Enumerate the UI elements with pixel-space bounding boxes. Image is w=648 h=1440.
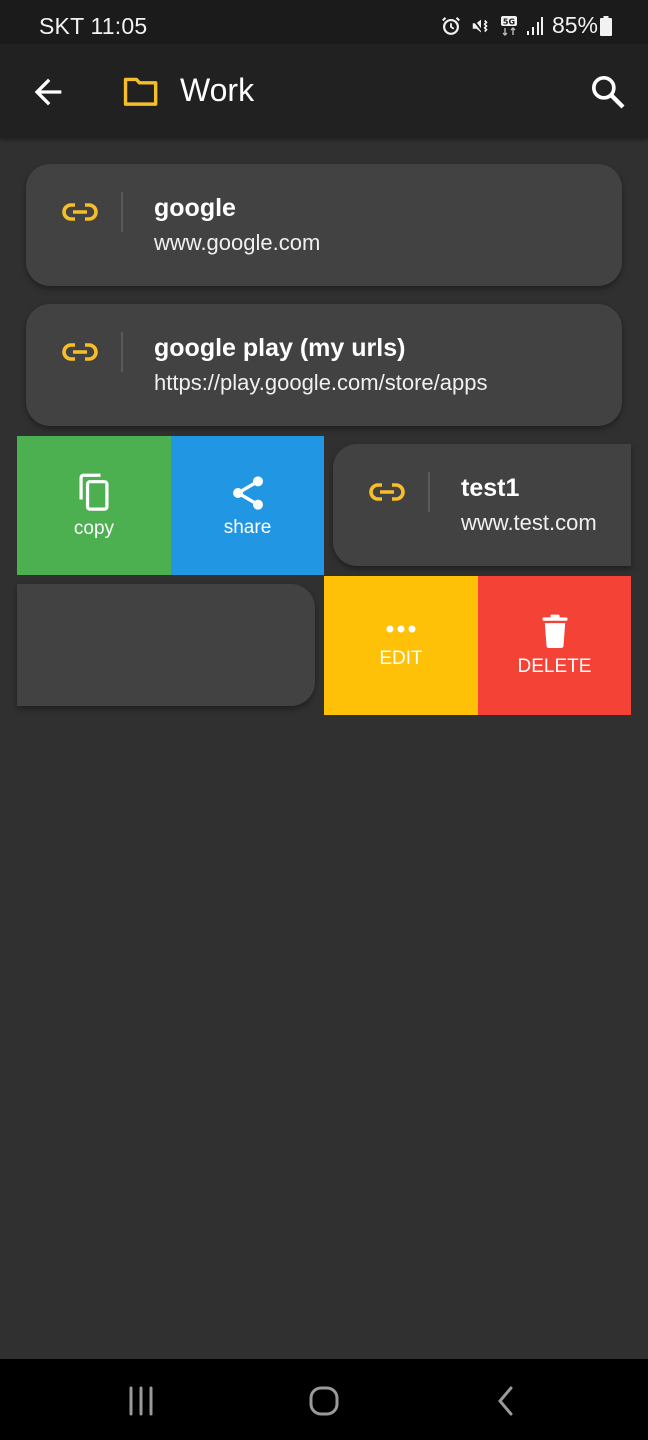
trash-icon (542, 614, 567, 648)
arrow-left-icon (34, 78, 62, 106)
delete-action-button[interactable]: DELETE (478, 576, 631, 715)
share-action-button[interactable]: share (171, 436, 324, 575)
link-title: test1 (461, 474, 520, 502)
status-bar: SKT 11:05 5G 85% (0, 0, 648, 44)
alarm-icon (440, 15, 462, 37)
system-nav-bar (0, 1359, 648, 1440)
back-button[interactable] (28, 72, 68, 112)
signal-icon (526, 16, 544, 36)
edit-action-button[interactable]: EDIT (324, 576, 478, 715)
share-icon (232, 475, 263, 510)
link-icon (369, 480, 405, 509)
share-label: share (223, 516, 272, 538)
folder-icon (122, 74, 160, 113)
carrier-time: SKT 11:05 (39, 13, 148, 39)
status-icons: 5G 85% (440, 12, 612, 39)
link-card[interactable]: test1 www.test.com (333, 444, 631, 566)
divider (121, 192, 123, 232)
home-button[interactable] (300, 1381, 348, 1421)
link-card[interactable]: google www.google.com (26, 164, 622, 286)
link-title: google (154, 194, 236, 222)
divider (121, 332, 123, 372)
back-nav-button[interactable] (482, 1381, 530, 1421)
link-card[interactable]: google play (my urls) https://play.googl… (26, 304, 622, 426)
divider (428, 472, 430, 512)
link-title: google play (my urls) (154, 334, 406, 362)
recents-icon (129, 1386, 153, 1416)
edit-label: EDIT (379, 647, 423, 669)
link-card[interactable] (17, 584, 315, 706)
copy-action-button[interactable]: copy (17, 436, 171, 575)
link-url: https://play.google.com/store/apps (154, 370, 488, 395)
battery-icon (600, 15, 612, 36)
svg-text:5G: 5G (503, 17, 515, 26)
link-icon (62, 200, 98, 229)
page-title: Work (180, 72, 255, 108)
search-button[interactable] (588, 72, 628, 112)
recents-button[interactable] (118, 1381, 166, 1421)
battery-percent: 85% (551, 12, 598, 38)
back-icon (498, 1386, 513, 1416)
link-url: www.google.com (154, 230, 321, 255)
delete-label: DELETE (517, 655, 592, 677)
search-icon (592, 76, 625, 109)
link-icon (62, 340, 98, 369)
app-bar: Work (0, 44, 648, 138)
vibrate-mute-icon (470, 15, 492, 37)
more-horizontal-icon (386, 625, 416, 632)
5g-icon: 5G (500, 15, 518, 37)
copy-icon (79, 473, 109, 511)
copy-label: copy (73, 517, 115, 539)
link-url: www.test.com (461, 510, 597, 535)
home-icon (309, 1386, 339, 1416)
